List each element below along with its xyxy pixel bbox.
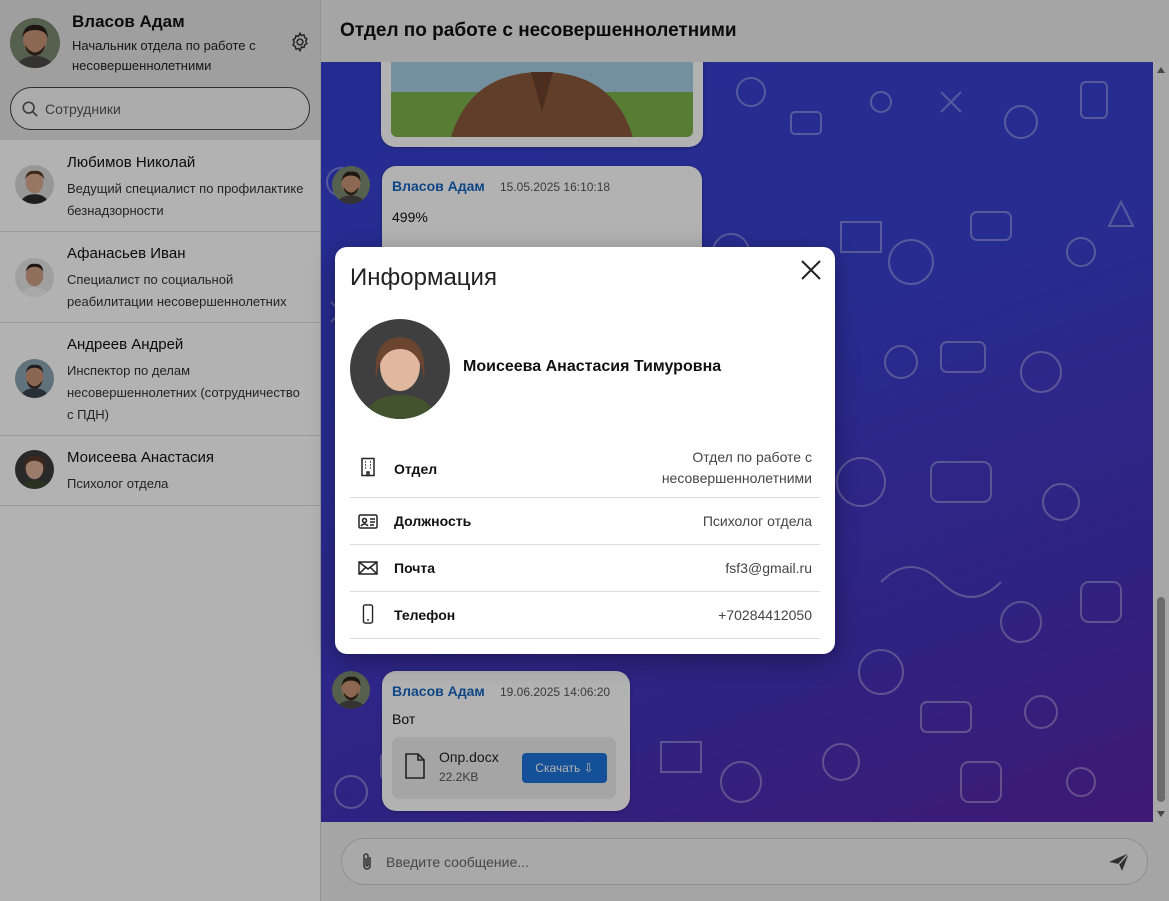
info-value: Отдел по работе с несовершеннолетними xyxy=(661,449,812,486)
employee-avatar xyxy=(350,319,450,419)
info-label: Почта xyxy=(394,560,436,576)
info-label: Должность xyxy=(394,513,472,529)
id-card-icon xyxy=(358,514,378,529)
info-row-phone: Телефон +70284412050 xyxy=(350,592,820,639)
info-value[interactable]: fsf3@gmail.ru xyxy=(725,558,812,579)
info-label: Телефон xyxy=(394,607,456,623)
envelope-icon xyxy=(358,561,378,575)
info-row-department: Отдел Отдел по работе с несовершеннолетн… xyxy=(350,444,820,498)
employee-full-name: Моисеева Анастасия Тимуровна xyxy=(463,358,722,375)
modal-title: Информация xyxy=(350,264,497,291)
employee-info-modal: Информация Моисеева Анастасия Тимуровна … xyxy=(335,247,835,654)
info-row-position: Должность Психолог отдела xyxy=(350,498,820,545)
info-value[interactable]: +70284412050 xyxy=(718,605,812,626)
close-icon[interactable] xyxy=(800,259,822,281)
phone-icon xyxy=(362,604,374,624)
info-row-email: Почта fsf3@gmail.ru xyxy=(350,545,820,592)
info-value: Психолог отдела xyxy=(702,513,812,529)
info-label: Отдел xyxy=(394,461,438,477)
building-icon xyxy=(361,457,375,477)
